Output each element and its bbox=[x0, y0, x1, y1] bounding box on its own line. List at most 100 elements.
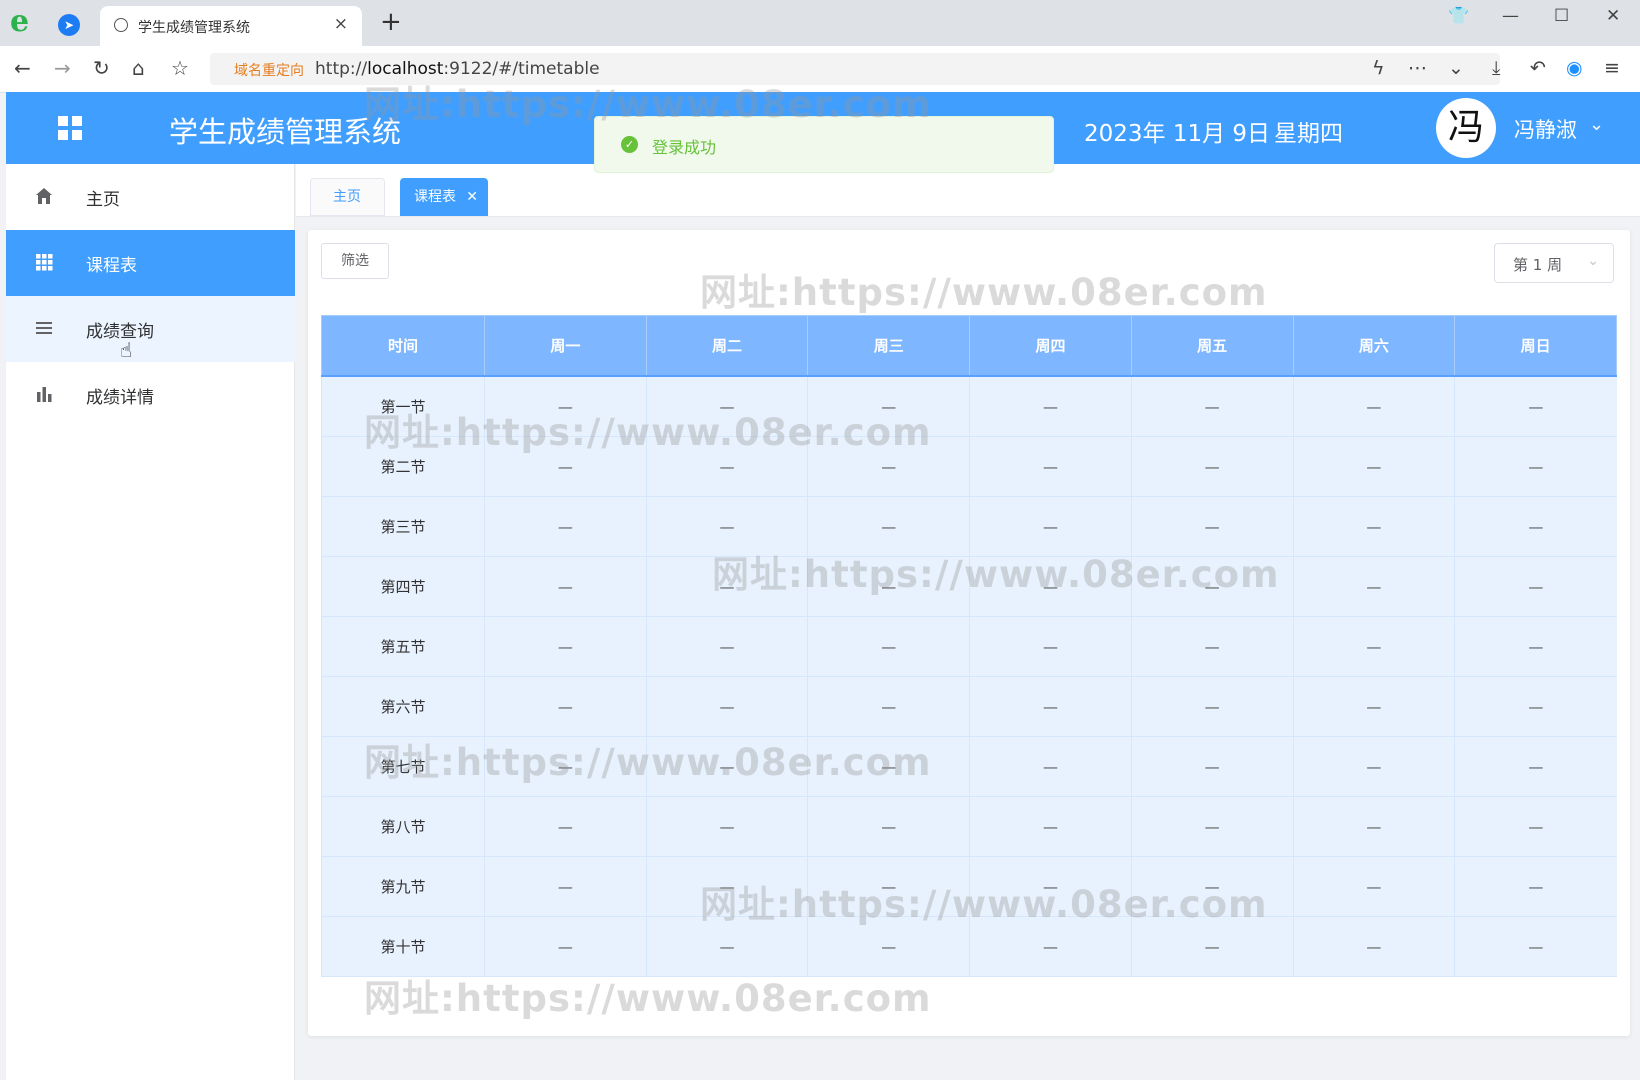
extension-icon[interactable]: ◉ bbox=[1566, 57, 1583, 79]
menu-icon[interactable]: ≡ bbox=[1604, 57, 1620, 79]
course-cell[interactable]: — bbox=[807, 436, 970, 497]
course-cell[interactable]: — bbox=[1292, 796, 1455, 857]
course-cell[interactable]: — bbox=[645, 376, 808, 437]
course-cell[interactable]: — bbox=[484, 796, 647, 857]
course-cell[interactable]: — bbox=[969, 856, 1132, 917]
reload-icon[interactable]: ↻ bbox=[93, 57, 110, 79]
course-cell[interactable]: — bbox=[645, 676, 808, 737]
course-cell[interactable]: — bbox=[1454, 376, 1617, 437]
forward-icon[interactable]: → bbox=[54, 57, 71, 79]
back-icon[interactable]: ← bbox=[14, 57, 31, 79]
course-cell[interactable]: — bbox=[1292, 556, 1455, 617]
course-cell[interactable]: — bbox=[1292, 376, 1455, 437]
course-cell[interactable]: — bbox=[1130, 436, 1294, 497]
sidebar-item-score-detail[interactable]: 成绩详情 bbox=[6, 362, 295, 428]
chevron-down-icon[interactable]: ⌄ bbox=[1589, 114, 1604, 135]
user-name[interactable]: 冯静淑 bbox=[1514, 114, 1577, 144]
browser-logo-icon[interactable]: e bbox=[10, 7, 38, 37]
close-tab-icon[interactable]: ✕ bbox=[466, 179, 478, 215]
course-cell[interactable]: — bbox=[1454, 436, 1617, 497]
course-cell[interactable]: — bbox=[484, 736, 647, 797]
chevron-down-icon[interactable]: ⌄ bbox=[1448, 57, 1464, 79]
new-tab-icon[interactable]: + bbox=[380, 8, 402, 36]
course-cell[interactable]: — bbox=[969, 916, 1132, 977]
undo-icon[interactable]: ↶ bbox=[1530, 57, 1546, 79]
course-cell[interactable]: — bbox=[1292, 916, 1455, 977]
tab-timetable[interactable]: 课程表 ✕ bbox=[400, 178, 488, 216]
course-cell[interactable]: — bbox=[645, 916, 808, 977]
course-cell[interactable]: — bbox=[1454, 736, 1617, 797]
course-cell[interactable]: — bbox=[807, 616, 970, 677]
course-cell[interactable]: — bbox=[1130, 916, 1294, 977]
download-icon[interactable]: ⤓ bbox=[1492, 57, 1500, 79]
course-cell[interactable]: — bbox=[807, 676, 970, 737]
week-select[interactable]: 第 1 周 ⌄ bbox=[1494, 243, 1614, 283]
lightning-icon[interactable]: ϟ bbox=[1372, 57, 1385, 79]
maximize-icon[interactable]: ☐ bbox=[1554, 6, 1569, 26]
filter-button[interactable]: 筛选 bbox=[321, 243, 389, 279]
browser-tab[interactable]: 学生成绩管理系统 × bbox=[100, 6, 362, 46]
course-cell[interactable]: — bbox=[1130, 676, 1294, 737]
course-cell[interactable]: — bbox=[484, 616, 647, 677]
course-cell[interactable]: — bbox=[1130, 376, 1294, 437]
course-cell[interactable]: — bbox=[645, 736, 808, 797]
course-cell[interactable]: — bbox=[645, 856, 808, 917]
course-cell[interactable]: — bbox=[1292, 676, 1455, 737]
course-cell[interactable]: — bbox=[969, 736, 1132, 797]
course-cell[interactable]: — bbox=[1130, 496, 1294, 557]
course-cell[interactable]: — bbox=[484, 676, 647, 737]
avatar[interactable]: 冯 bbox=[1436, 98, 1496, 158]
course-cell[interactable]: — bbox=[969, 616, 1132, 677]
course-cell[interactable]: — bbox=[807, 496, 970, 557]
sidebar-item-home[interactable]: 主页 bbox=[6, 164, 295, 230]
course-cell[interactable]: — bbox=[484, 556, 647, 617]
course-cell[interactable]: — bbox=[645, 436, 808, 497]
course-cell[interactable]: — bbox=[1130, 556, 1294, 617]
course-cell[interactable]: — bbox=[1130, 796, 1294, 857]
navigation-arrow-icon[interactable]: ➤ bbox=[58, 14, 80, 36]
course-cell[interactable]: — bbox=[1130, 616, 1294, 677]
course-cell[interactable]: — bbox=[1454, 556, 1617, 617]
course-cell[interactable]: — bbox=[484, 916, 647, 977]
favorites-icon[interactable]: ☆ bbox=[171, 57, 189, 79]
tab-home[interactable]: 主页 bbox=[310, 178, 385, 216]
course-cell[interactable]: — bbox=[484, 496, 647, 557]
course-cell[interactable]: — bbox=[1292, 616, 1455, 677]
menu-toggle-icon[interactable] bbox=[58, 116, 82, 140]
course-cell[interactable]: — bbox=[969, 496, 1132, 557]
minimize-icon[interactable]: — bbox=[1502, 6, 1519, 26]
course-cell[interactable]: — bbox=[807, 736, 970, 797]
home-page-icon[interactable]: ⌂ bbox=[132, 57, 145, 79]
course-cell[interactable]: — bbox=[969, 436, 1132, 497]
course-cell[interactable]: — bbox=[484, 436, 647, 497]
course-cell[interactable]: — bbox=[645, 496, 808, 557]
course-cell[interactable]: — bbox=[807, 856, 970, 917]
course-cell[interactable]: — bbox=[1454, 676, 1617, 737]
course-cell[interactable]: — bbox=[484, 856, 647, 917]
course-cell[interactable]: — bbox=[1454, 916, 1617, 977]
course-cell[interactable]: — bbox=[1130, 736, 1294, 797]
course-cell[interactable]: — bbox=[1292, 856, 1455, 917]
close-tab-icon[interactable]: × bbox=[334, 14, 348, 34]
course-cell[interactable]: — bbox=[645, 616, 808, 677]
course-cell[interactable]: — bbox=[1292, 436, 1455, 497]
course-cell[interactable]: — bbox=[1292, 736, 1455, 797]
course-cell[interactable]: — bbox=[969, 376, 1132, 437]
course-cell[interactable]: — bbox=[807, 916, 970, 977]
sidebar-item-score-query[interactable]: 成绩查询 bbox=[6, 296, 295, 362]
course-cell[interactable]: — bbox=[969, 556, 1132, 617]
course-cell[interactable]: — bbox=[484, 376, 647, 437]
course-cell[interactable]: — bbox=[1454, 796, 1617, 857]
course-cell[interactable]: — bbox=[1454, 856, 1617, 917]
more-icon[interactable]: ⋯ bbox=[1408, 57, 1427, 79]
course-cell[interactable]: — bbox=[645, 796, 808, 857]
sidebar-item-timetable[interactable]: 课程表 bbox=[6, 230, 295, 296]
close-window-icon[interactable]: ✕ bbox=[1606, 6, 1620, 26]
course-cell[interactable]: — bbox=[1454, 496, 1617, 557]
course-cell[interactable]: — bbox=[969, 676, 1132, 737]
course-cell[interactable]: — bbox=[1454, 616, 1617, 677]
course-cell[interactable]: — bbox=[807, 556, 970, 617]
course-cell[interactable]: — bbox=[1130, 856, 1294, 917]
url-input[interactable]: 域名重定向 http://localhost:9122/#/timetable bbox=[210, 53, 1500, 85]
course-cell[interactable]: — bbox=[807, 796, 970, 857]
